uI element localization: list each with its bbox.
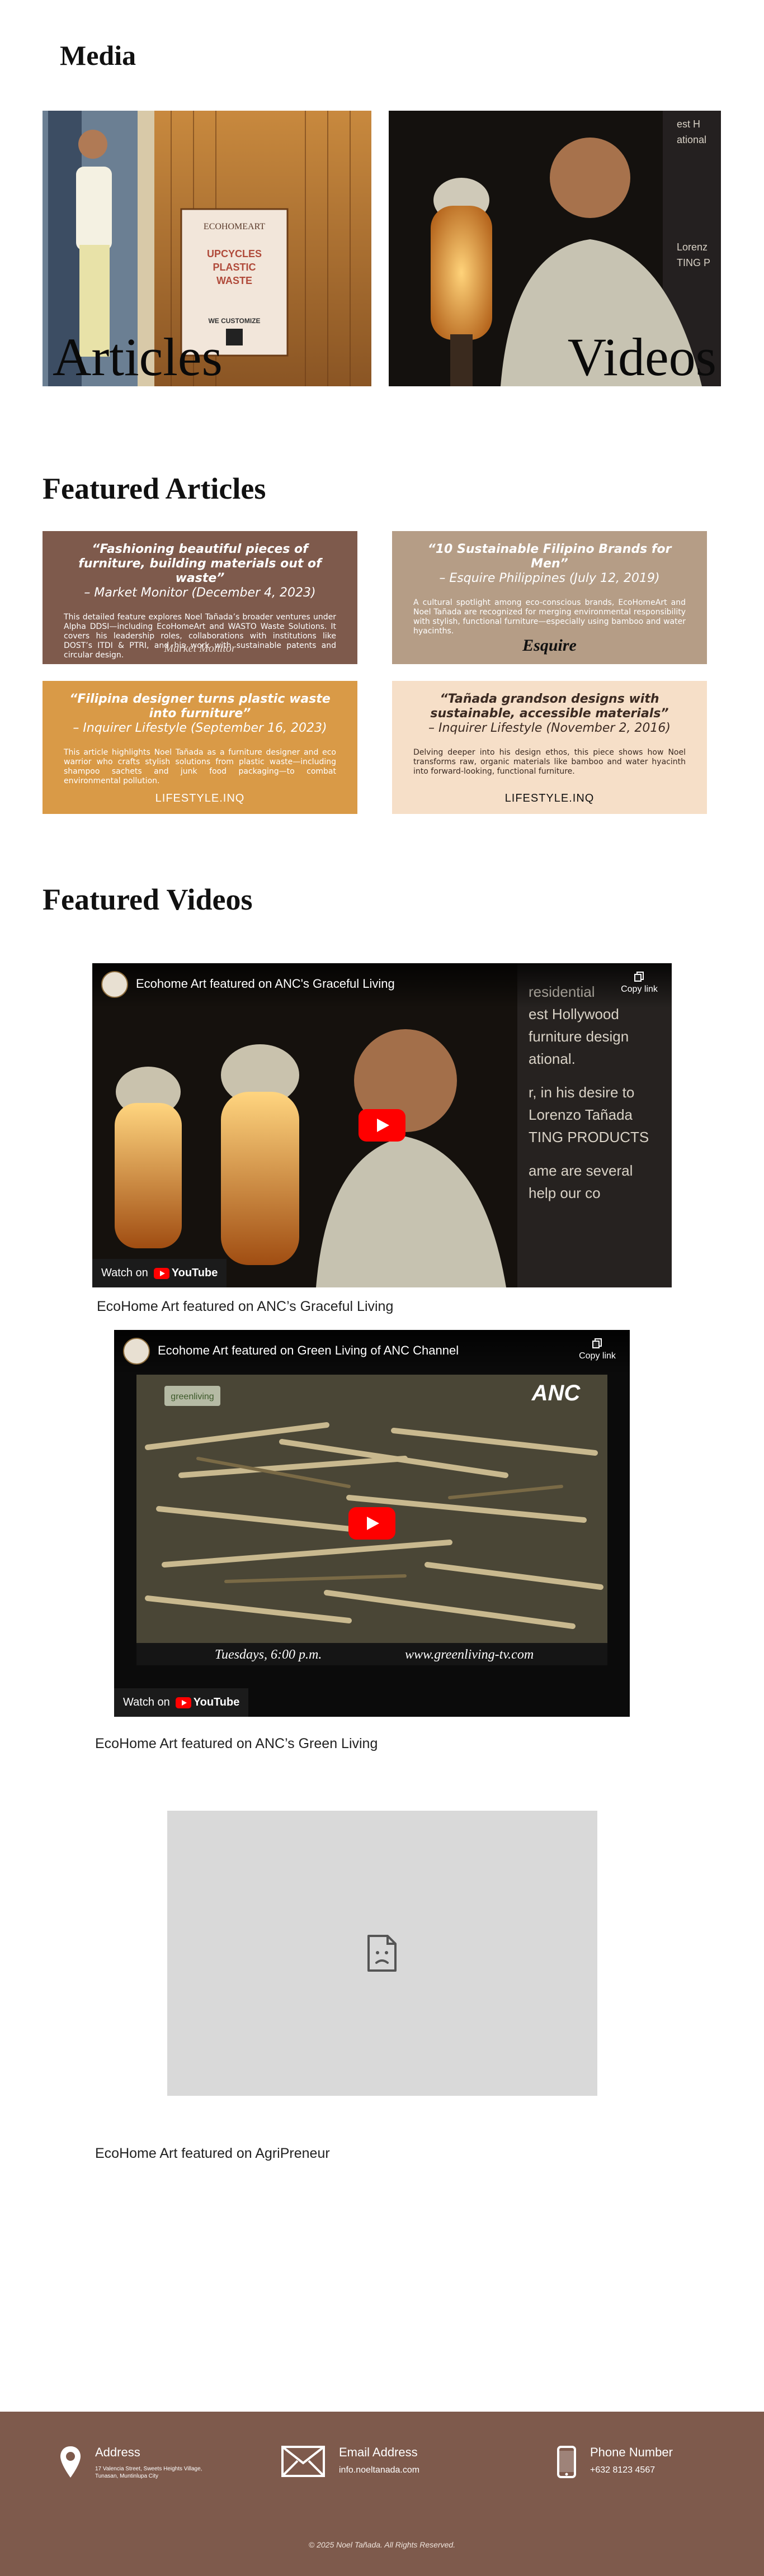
video-embed-green-living[interactable]: Tuesdays, 6:00 p.m. www.greenliving-tv.c… <box>114 1330 630 1717</box>
article-source: – Market Monitor (December 4, 2023) <box>84 586 316 600</box>
video-header: Ecohome Art featured on ANC's Graceful L… <box>92 963 672 1008</box>
featured-videos-title: Featured Videos <box>43 883 253 916</box>
network-logo: ANC <box>531 1381 581 1405</box>
market-monitor-logo: Market Monitor <box>164 642 236 655</box>
sign-cta: WE CUSTOMIZE <box>208 317 260 325</box>
play-button[interactable] <box>348 1507 395 1540</box>
schedule-text: Tuesdays, 6:00 p.m. <box>215 1647 322 1662</box>
videos-tile[interactable]: est H ational Lorenz TING P Videos <box>389 111 721 386</box>
play-button[interactable] <box>359 1109 405 1142</box>
footer-address: Address 17 Valencia Street, Sweets Heigh… <box>59 2445 202 2480</box>
article-title: “Tañada grandson designs with sustainabl… <box>430 692 669 721</box>
show-logo: greenliving <box>171 1392 214 1401</box>
channel-avatar[interactable] <box>123 1338 150 1365</box>
media-title: Media <box>60 40 136 71</box>
video-embed-graceful-living[interactable]: residentialest Hollywood furniture desig… <box>92 963 672 1287</box>
article-title: “Fashioning beautiful pieces of furnitur… <box>78 542 322 585</box>
watch-on-label: Watch on <box>101 1267 148 1279</box>
svg-text:Lorenzo Tañada: Lorenzo Tañada <box>529 1106 633 1123</box>
youtube-logo-icon: YouTube <box>175 1696 239 1709</box>
article-description: Delving deeper into his design ethos, th… <box>413 748 686 776</box>
video-caption: EcoHome Art featured on AgriPreneur <box>95 2146 330 2161</box>
svg-text:TING PRODUCTS: TING PRODUCTS <box>529 1129 649 1145</box>
address-line-2: Tunasan, Muntinlupa City <box>95 2473 159 2479</box>
channel-avatar[interactable] <box>101 971 128 998</box>
article-source: – Esquire Philippines (July 12, 2019) <box>439 571 660 585</box>
article-card-market-monitor[interactable]: “Fashioning beautiful pieces of furnitur… <box>43 531 357 664</box>
svg-text:UPCYCLES: UPCYCLES <box>207 248 262 259</box>
website-text: www.greenliving-tv.com <box>405 1647 534 1662</box>
footer-phone: Phone Number +632 8123 4567 <box>557 2445 673 2479</box>
article-description: This article highlights Noel Tañada as a… <box>64 748 336 785</box>
address-label: Address <box>95 2445 140 2459</box>
featured-articles-title: Featured Articles <box>43 472 266 505</box>
youtube-logo-icon: YouTube <box>153 1267 218 1280</box>
articles-tile[interactable]: ECOHOMEART UPCYCLES PLASTIC WASTE WE CUS… <box>43 111 371 386</box>
svg-text:est H: est H <box>677 119 700 130</box>
svg-text:Lorenz: Lorenz <box>677 242 708 253</box>
copy-link-label: Copy link <box>579 1351 616 1361</box>
svg-text:ational.: ational. <box>529 1050 576 1067</box>
watch-on-youtube-button[interactable]: Watch on YouTube <box>114 1688 249 1717</box>
footer-email: Email Address info.noeltanada.com <box>281 2445 419 2478</box>
article-card-inquirer-2016[interactable]: “Tañada grandson designs with sustainabl… <box>392 681 707 814</box>
copy-icon <box>634 972 644 982</box>
email-label: Email Address <box>339 2445 418 2459</box>
svg-text:WASTE: WASTE <box>216 275 252 286</box>
location-pin-icon <box>60 2446 81 2478</box>
article-title: “10 Sustainable Filipino Brands for Men” <box>427 542 672 571</box>
video-title[interactable]: Ecohome Art featured on Green Living of … <box>158 1343 459 1358</box>
copy-link-button[interactable]: Copy link <box>617 971 662 995</box>
svg-text:PLASTIC: PLASTIC <box>213 262 256 273</box>
phone-label: Phone Number <box>590 2445 673 2459</box>
videos-label: Videos <box>567 327 716 386</box>
svg-text:help our co: help our co <box>529 1185 601 1201</box>
svg-text:r, in his desire to: r, in his desire to <box>529 1084 634 1101</box>
article-source: – Inquirer Lifestyle (November 2, 2016) <box>428 721 671 735</box>
sign-brand: ECOHOMEART <box>204 222 265 231</box>
mobile-phone-icon <box>557 2446 576 2478</box>
video-embed-agripreneur[interactable] <box>167 1811 597 2096</box>
site-footer: Address 17 Valencia Street, Sweets Heigh… <box>0 2412 764 2576</box>
video-caption: EcoHome Art featured on ANC’s Graceful L… <box>97 1299 394 1314</box>
article-description: A cultural spotlight among eco-conscious… <box>413 598 686 636</box>
watch-on-label: Watch on <box>123 1696 170 1708</box>
address-line-1: 17 Valencia Street, Sweets Heights Villa… <box>95 2466 202 2472</box>
video-caption: EcoHome Art featured on ANC’s Green Livi… <box>95 1736 378 1751</box>
svg-text:TING P: TING P <box>677 257 710 268</box>
copy-link-button[interactable]: Copy link <box>575 1338 620 1361</box>
copy-icon <box>592 1338 602 1348</box>
article-source: – Inquirer Lifestyle (September 16, 2023… <box>73 721 327 735</box>
copy-link-label: Copy link <box>621 984 658 994</box>
video-title[interactable]: Ecohome Art featured on ANC's Graceful L… <box>136 977 395 991</box>
svg-text:furniture design: furniture design <box>529 1028 629 1045</box>
phone-link[interactable]: +632 8123 4567 <box>590 2465 673 2475</box>
email-link[interactable]: info.noeltanada.com <box>339 2465 419 2475</box>
esquire-logo: Esquire <box>522 636 577 655</box>
video-header: Ecohome Art featured on Green Living of … <box>114 1330 630 1375</box>
articles-label: Articles <box>53 327 223 386</box>
broken-content-icon <box>367 1935 397 1972</box>
article-card-inquirer-2023[interactable]: “Filipina designer turns plastic waste i… <box>43 681 357 814</box>
svg-text:ame are several: ame are several <box>529 1162 633 1179</box>
lifestyle-inq-logo: LIFESTYLE.INQ <box>155 792 245 804</box>
svg-text:ational: ational <box>677 134 706 145</box>
copyright-text: © 2025 Noel Tañada. All Rights Reserved. <box>308 2540 456 2549</box>
lifestyle-inq-logo: LIFESTYLE.INQ <box>504 792 595 804</box>
article-card-esquire[interactable]: “10 Sustainable Filipino Brands for Men”… <box>392 531 707 664</box>
envelope-icon <box>281 2446 325 2477</box>
svg-text:est Hollywood: est Hollywood <box>529 1006 619 1022</box>
article-title: “Filipina designer turns plastic waste i… <box>69 692 331 721</box>
watch-on-youtube-button[interactable]: Watch on YouTube <box>92 1259 227 1287</box>
